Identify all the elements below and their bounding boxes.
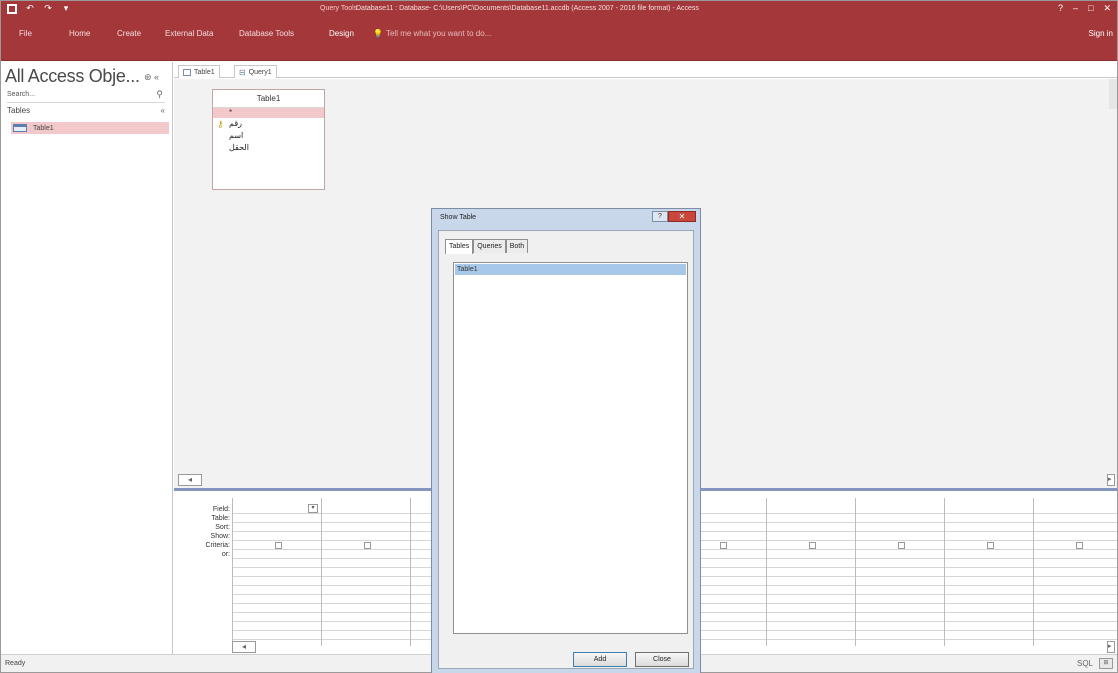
field-item[interactable]: الحقل (213, 142, 324, 154)
sql-view-button[interactable]: SQL (1077, 659, 1093, 668)
window-title: Database11 : Database- C:\Users\PC\Docum… (356, 5, 699, 12)
grid-scroll-right-button[interactable]: ▸ (1107, 641, 1115, 653)
tab-external-data[interactable]: External Data (165, 29, 213, 38)
tab-home[interactable]: Home (69, 29, 90, 38)
grid-scroll-left-button[interactable]: ◂ (232, 641, 256, 653)
field-item[interactable]: اسم (213, 130, 324, 142)
dialog-body: Tables Queries Both Table1 Add Close (438, 230, 694, 669)
document-tabs: Table1 ⊟ Query1 (174, 62, 1117, 78)
table-field-list[interactable]: Table1 * ⚷ رقم اسم الحقل (212, 89, 325, 190)
table-icon (13, 124, 27, 132)
nav-pane-menu-icon[interactable]: ⊛ « (144, 72, 159, 83)
show-checkbox[interactable] (987, 542, 994, 549)
field-label: الحقل (229, 143, 249, 152)
doc-tab-label: Query1 (248, 68, 272, 76)
close-icon[interactable]: ✕ (1103, 3, 1111, 14)
nav-search-placeholder: Search... (7, 91, 36, 98)
quick-access-toolbar: ↶ ↷ ▾ (7, 3, 71, 14)
maximize-icon[interactable]: □ (1088, 3, 1093, 14)
row-label-or: or: (221, 551, 230, 558)
tab-queries[interactable]: Queries (473, 239, 506, 253)
query-icon: ⊟ (239, 67, 246, 77)
doc-tab-query1[interactable]: ⊟ Query1 (234, 65, 277, 78)
table-icon (183, 68, 191, 76)
doc-tab-label: Table1 (194, 68, 215, 76)
ribbon: File Home Create External Data Database … (1, 19, 1117, 61)
grid-column[interactable] (766, 498, 855, 646)
grid-column[interactable] (1033, 498, 1118, 646)
lightbulb-icon: 💡 (373, 29, 383, 38)
dialog-help-icon[interactable]: ? (652, 211, 668, 222)
close-button[interactable]: Close (635, 652, 689, 667)
nav-group-label: Tables (7, 106, 31, 115)
tab-tables[interactable]: Tables (445, 239, 474, 254)
show-checkbox[interactable] (1076, 542, 1083, 549)
tab-create[interactable]: Create (117, 29, 141, 38)
dialog-title: Show Table (440, 214, 477, 221)
design-view-icon[interactable]: ⊞ (1099, 658, 1113, 669)
nav-pane-title[interactable]: All Access Obje... (5, 66, 140, 87)
redo-icon[interactable]: ↷ (43, 3, 53, 14)
collapse-icon[interactable]: « (161, 106, 165, 115)
tell-me-text: Tell me what you want to do... (385, 29, 492, 38)
primary-key-icon: ⚷ (217, 119, 224, 129)
show-checkbox[interactable] (364, 542, 371, 549)
grid-column[interactable] (321, 498, 410, 646)
window-controls: ? – □ ✕ (1058, 3, 1111, 14)
tab-file[interactable]: File (19, 29, 32, 38)
navigation-pane: All Access Obje... ⊛ « Search... ⚲ Table… (1, 62, 173, 654)
row-label-field: Field: (212, 506, 230, 513)
nav-item-table1[interactable]: Table1 (11, 122, 169, 134)
show-table-dialog: Show Table ? ✕ Tables Queries Both Table… (431, 208, 701, 673)
context-tab-label: Query Tools (320, 5, 358, 12)
row-label-table: Table: (211, 515, 230, 522)
search-icon[interactable]: ⚲ (156, 89, 163, 100)
row-label-criteria: Criteria: (205, 542, 230, 549)
help-icon[interactable]: ? (1058, 3, 1063, 14)
grid-column[interactable] (944, 498, 1033, 646)
grid-column[interactable] (855, 498, 944, 646)
tab-design[interactable]: Design (329, 29, 354, 38)
row-label-sort: Sort: (215, 524, 230, 531)
customize-icon[interactable]: ▾ (61, 3, 71, 14)
show-checkbox[interactable] (275, 542, 282, 549)
list-item[interactable]: Table1 (455, 264, 686, 275)
view-switcher: SQL ⊞ (1077, 658, 1113, 669)
field-item[interactable]: ⚷ رقم (213, 118, 324, 130)
show-checkbox[interactable] (809, 542, 816, 549)
tab-database-tools[interactable]: Database Tools (239, 29, 294, 38)
field-label: رقم (229, 119, 243, 128)
scroll-left-button[interactable]: ◂ (178, 474, 202, 486)
show-checkbox[interactable] (898, 542, 905, 549)
dialog-tabs: Tables Queries Both (445, 239, 529, 254)
add-button[interactable]: Add (573, 652, 627, 667)
field-all[interactable]: * (213, 108, 324, 118)
nav-search-box[interactable]: Search... ⚲ (7, 89, 165, 103)
field-list-title[interactable]: Table1 (213, 90, 324, 108)
vertical-scrollbar[interactable] (1109, 79, 1117, 109)
row-label-show: Show: (210, 533, 230, 540)
nav-item-label: Table1 (33, 124, 54, 132)
nav-group-tables[interactable]: Tables « (7, 106, 167, 118)
tell-me-box[interactable]: 💡 Tell me what you want to do... (373, 29, 491, 38)
undo-icon[interactable]: ↶ (25, 3, 35, 14)
doc-tab-table1[interactable]: Table1 (178, 65, 220, 78)
tab-both[interactable]: Both (505, 239, 529, 253)
access-window: ↶ ↷ ▾ Query Tools Database11 : Database-… (0, 0, 1118, 673)
field-dropdown-icon[interactable]: ▾ (308, 504, 318, 513)
grid-row-labels: Field: Table: Sort: Show: Criteria: or: (174, 491, 232, 651)
sign-in-link[interactable]: Sign in (1089, 29, 1113, 38)
show-checkbox[interactable] (720, 542, 727, 549)
scroll-right-button[interactable]: ▸ (1107, 474, 1115, 486)
dialog-close-icon[interactable]: ✕ (668, 211, 696, 222)
title-bar: ↶ ↷ ▾ Query Tools Database11 : Database-… (1, 1, 1117, 19)
minimize-icon[interactable]: – (1073, 3, 1078, 14)
save-icon[interactable] (7, 3, 17, 14)
table-list[interactable]: Table1 (453, 262, 688, 634)
grid-column[interactable] (232, 498, 321, 646)
field-label: اسم (229, 131, 244, 140)
dialog-controls: ? ✕ (652, 211, 696, 222)
status-text: Ready (5, 660, 26, 667)
